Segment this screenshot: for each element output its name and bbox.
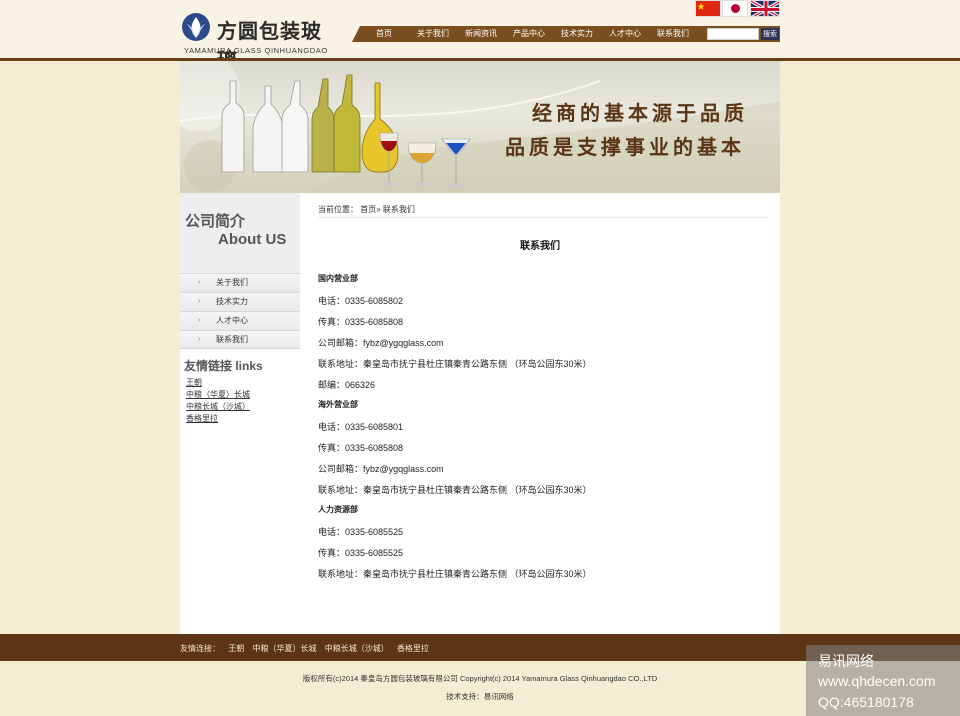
friend-link[interactable]: 王朝 <box>186 377 250 389</box>
hero-banner: 经商的基本源于品质 品质是支撑事业的基本 <box>180 61 780 193</box>
page-title: 联系我们 <box>520 241 560 252</box>
banner-slogan-1: 经商的基本源于品质 <box>532 101 748 125</box>
logo-english-name: YAMAMURA GLASS QINHUANGDAO <box>184 46 328 55</box>
sidebar-title-cn: 公司简介 <box>185 213 246 230</box>
breadcrumb: 当前位置： 首页» 联系我们 <box>318 205 415 214</box>
watermark-line: www.qhdecen.com <box>818 673 936 689</box>
footer-link[interactable]: 香格里拉 <box>397 644 429 653</box>
sidebar-item-contact[interactable]: › 联系我们 <box>180 330 300 349</box>
friend-links-title: 友情链接 links <box>184 359 263 373</box>
contact-line: 传真：0335-6085808 <box>318 443 404 453</box>
search-button[interactable]: 搜索 <box>761 28 779 40</box>
contact-line: 邮编：066326 <box>318 380 376 390</box>
header: 方圆包装玻璃 YAMAMURA GLASS QINHUANGDAO 首页 关于我… <box>0 0 960 72</box>
japan-flag-icon[interactable] <box>722 0 748 17</box>
nav-contact[interactable]: 联系我们 <box>657 28 689 39</box>
footer-links: 友情连接： 王朝 中粮（华夏）长城 中粮长城（沙城） 香格里拉 <box>180 643 435 654</box>
main-content: 当前位置： 首页» 联系我们 联系我们 国内营业部电话：0335-6085802… <box>318 193 768 634</box>
content-panel: 公司简介 About US › 关于我们 › 技术实力 › 人才中心 › 联系我们 友情… <box>180 193 780 634</box>
section-heading: 人力资源部 <box>318 505 358 514</box>
contact-line: 联系地址：秦皇岛市抚宁县杜庄镇秦青公路东侧 （环岛公园东30米） <box>318 359 592 369</box>
watermark: 易讯网络 www.qhdecen.com QQ:465180178 <box>806 645 960 716</box>
sidebar-item-label: 人才中心 <box>216 316 248 325</box>
contact-line: 联系地址：秦皇岛市抚宁县杜庄镇秦青公路东侧 （环岛公园东30米） <box>318 485 592 495</box>
banner-slogan-2: 品质是支撑事业的基本 <box>505 135 745 159</box>
logo-icon <box>182 13 210 41</box>
chevron-right-icon: › <box>198 298 201 305</box>
friend-link[interactable]: 香格里拉 <box>186 413 250 425</box>
friend-link[interactable]: 中粮（华夏）长城 <box>186 389 250 401</box>
friend-links-list: 王朝 中粮（华夏）长城 中粮长城（沙城） 香格里拉 <box>186 377 250 425</box>
search-input[interactable] <box>707 28 759 40</box>
uk-flag-icon[interactable] <box>750 0 780 17</box>
nav-careers[interactable]: 人才中心 <box>609 28 641 39</box>
sidebar: 公司简介 About US › 关于我们 › 技术实力 › 人才中心 › 联系我们 友情… <box>180 193 300 634</box>
chevron-right-icon: › <box>198 317 201 324</box>
footer-link[interactable]: 王朝 <box>228 644 244 653</box>
nav-products[interactable]: 产品中心 <box>513 28 545 39</box>
watermark-line: QQ:465180178 <box>818 694 914 710</box>
watermark-line: 易讯网络 <box>818 653 874 669</box>
sidebar-menu: › 关于我们 › 技术实力 › 人才中心 › 联系我们 <box>180 273 300 349</box>
contact-line: 电话：0335-6085802 <box>318 296 404 306</box>
footer-links-label: 友情连接： <box>180 644 220 653</box>
contact-line: 公司邮箱：fybz@ygqglass.com <box>318 464 444 474</box>
nav-news[interactable]: 新闻资讯 <box>465 28 497 39</box>
nav-about[interactable]: 关于我们 <box>417 28 449 39</box>
footer-link[interactable]: 中粮长城（沙城） <box>325 644 389 653</box>
sidebar-item-technology[interactable]: › 技术实力 <box>180 292 300 311</box>
china-flag-icon[interactable] <box>695 0 721 17</box>
contact-line: 电话：0335-6085525 <box>318 527 404 537</box>
bottles-illustration-icon <box>180 61 780 193</box>
sidebar-item-careers[interactable]: › 人才中心 <box>180 311 300 330</box>
chevron-right-icon: › <box>198 336 201 343</box>
breadcrumb-divider <box>318 217 768 218</box>
sidebar-item-about[interactable]: › 关于我们 <box>180 273 300 292</box>
section-heading: 海外营业部 <box>318 400 358 409</box>
contact-line: 公司邮箱：fybz@ygqglass.com <box>318 338 444 348</box>
contact-line: 联系地址：秦皇岛市抚宁县杜庄镇秦青公路东侧 （环岛公园东30米） <box>318 569 592 579</box>
chevron-right-icon: › <box>198 279 201 286</box>
site-logo[interactable]: 方圆包装玻璃 YAMAMURA GLASS QINHUANGDAO <box>181 12 331 72</box>
section-heading: 国内营业部 <box>318 274 358 283</box>
friend-link[interactable]: 中粮长城（沙城） <box>186 401 250 413</box>
contact-line: 传真：0335-6085525 <box>318 548 404 558</box>
contact-line: 传真：0335-6085808 <box>318 317 404 327</box>
footer-link[interactable]: 中粮（华夏）长城 <box>252 644 316 653</box>
sidebar-item-label: 技术实力 <box>216 297 248 306</box>
nav-home[interactable]: 首页 <box>376 28 392 39</box>
main-nav: 首页 关于我们 新闻资讯 产品中心 技术实力 人才中心 联系我们 搜索 <box>352 26 780 42</box>
sidebar-item-label: 关于我们 <box>216 278 248 287</box>
sidebar-title-en: About US <box>218 231 287 248</box>
contact-line: 电话：0335-6085801 <box>318 422 404 432</box>
sidebar-item-label: 联系我们 <box>216 335 248 344</box>
sidebar-header: 公司简介 About US <box>180 193 300 273</box>
nav-technology[interactable]: 技术实力 <box>561 28 593 39</box>
